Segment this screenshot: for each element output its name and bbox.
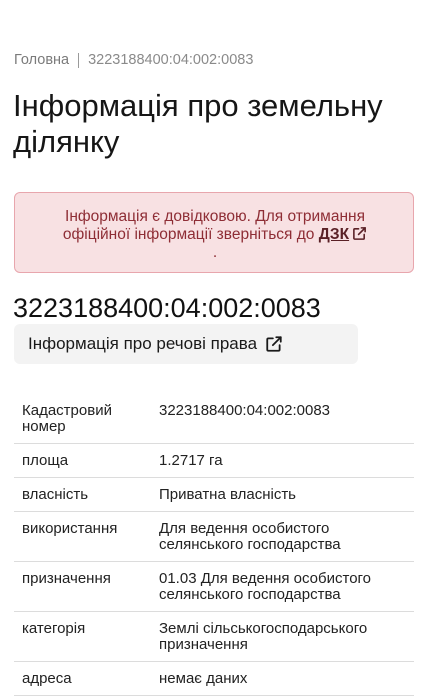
- row-value: 1.2717 га: [159, 443, 414, 478]
- page-title: Інформація про земельну ділянку: [13, 88, 383, 159]
- row-key: площа: [14, 443, 159, 478]
- row-key: Кадастровий номер: [14, 394, 159, 444]
- table-row: адреса немає даних: [14, 661, 414, 696]
- row-value: Для ведення особистого селянського госпо…: [159, 511, 414, 562]
- property-rights-button-label: Інформація про речові права: [28, 334, 258, 353]
- table-row: власність Приватна власність: [14, 477, 414, 512]
- row-value: Приватна власність: [159, 477, 414, 512]
- row-value: 01.03 Для ведення особистого селянського…: [159, 561, 414, 612]
- row-key: адреса: [14, 661, 159, 696]
- property-rights-button[interactable]: Інформація про речові права: [14, 324, 358, 364]
- info-alert: Інформація є довідковою. Для отримання о…: [14, 192, 414, 273]
- dzk-link-label: ДЗК: [318, 226, 350, 243]
- row-key: власність: [14, 477, 159, 512]
- alert-trailing: .: [212, 244, 218, 261]
- breadcrumb: Головна 3223188400:04:002:0083: [14, 52, 253, 68]
- row-value: немає даних: [159, 661, 414, 696]
- breadcrumb-separator: [78, 52, 80, 68]
- table-row: Кадастровий номер 3223188400:04:002:0083: [14, 394, 414, 444]
- row-value: Землі сільськогосподарського призначення: [159, 611, 414, 662]
- table-row: площа 1.2717 га: [14, 443, 414, 478]
- table-row: призначення 01.03 Для ведення особистого…: [14, 561, 414, 612]
- external-link-icon: [353, 227, 367, 240]
- table-row: категорія Землі сільськогосподарського п…: [14, 611, 414, 662]
- external-link-icon: [266, 336, 282, 352]
- row-key: використання: [14, 511, 159, 562]
- dzk-link[interactable]: ДЗК: [319, 226, 367, 243]
- row-value: 3223188400:04:002:0083: [159, 394, 414, 444]
- row-key: категорія: [14, 611, 159, 662]
- parcel-info-table: Кадастровий номер 3223188400:04:002:0083…: [14, 394, 414, 696]
- cadastral-number-heading: 3223188400:04:002:0083: [13, 293, 321, 323]
- row-key: призначення: [14, 561, 159, 612]
- breadcrumb-home-link[interactable]: Головна: [14, 52, 69, 68]
- table-row: використання Для ведення особистого селя…: [14, 511, 414, 562]
- breadcrumb-current: 3223188400:04:002:0083: [88, 52, 254, 68]
